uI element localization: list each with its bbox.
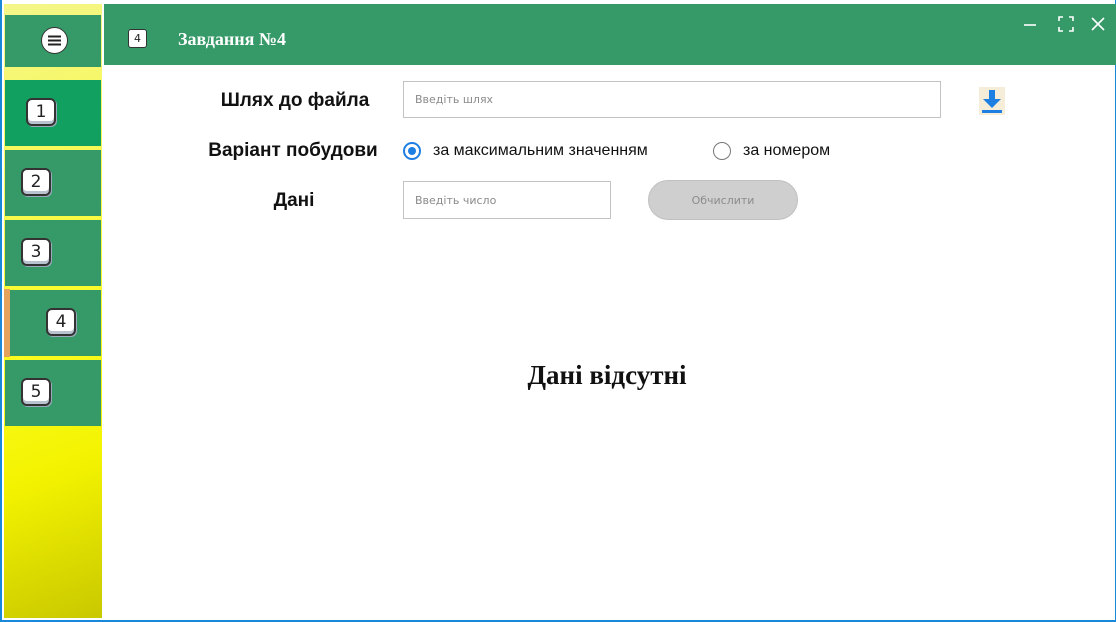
- sidebar-item-label: 1: [26, 98, 56, 126]
- menu-button[interactable]: [5, 15, 101, 67]
- sidebar-item-4[interactable]: 4: [5, 290, 101, 356]
- build-variant-label: Варіант побудови: [208, 140, 378, 161]
- maximize-icon[interactable]: [1056, 14, 1076, 34]
- sidebar: 1 2 3 4 5: [4, 4, 102, 618]
- radio-label-by-number: за номером: [743, 142, 831, 159]
- close-icon[interactable]: [1088, 14, 1108, 34]
- download-icon[interactable]: [978, 86, 1006, 116]
- file-path-input[interactable]: [403, 81, 941, 118]
- radio-max-value[interactable]: за максимальним значенням: [403, 142, 648, 160]
- radio-button-checked[interactable]: [403, 142, 421, 160]
- no-data-message: Дані відсутні: [527, 360, 687, 390]
- task-number-icon: 4: [128, 29, 147, 48]
- sidebar-item-5[interactable]: 5: [5, 360, 101, 426]
- window-title: Завдання №4: [178, 29, 286, 49]
- data-label: Дані: [273, 190, 315, 211]
- radio-button-unchecked[interactable]: [713, 142, 731, 160]
- calculate-button[interactable]: Обчислити: [648, 180, 798, 220]
- app-window: 1 2 3 4 5 4 Завдання №4 Шлях до файла Вв…: [0, 0, 1116, 622]
- sidebar-item-label: 5: [21, 378, 51, 406]
- sidebar-item-3[interactable]: 3: [5, 220, 101, 286]
- file-path-label: Шлях до файла: [220, 90, 370, 111]
- number-input[interactable]: [403, 181, 611, 219]
- title-bar: 4 Завдання №4: [104, 4, 1116, 65]
- radio-label-max-value: за максимальним значенням: [433, 142, 648, 159]
- active-indicator: [4, 289, 10, 357]
- minimize-icon[interactable]: [1020, 14, 1040, 34]
- sidebar-item-label: 2: [21, 168, 51, 196]
- menu-icon: [41, 27, 68, 54]
- sidebar-item-2[interactable]: 2: [5, 150, 101, 216]
- sidebar-item-label: 4: [46, 308, 76, 336]
- sidebar-item-label: 3: [21, 238, 51, 266]
- sidebar-item-1[interactable]: 1: [5, 80, 101, 146]
- radio-by-number[interactable]: за номером: [713, 142, 830, 160]
